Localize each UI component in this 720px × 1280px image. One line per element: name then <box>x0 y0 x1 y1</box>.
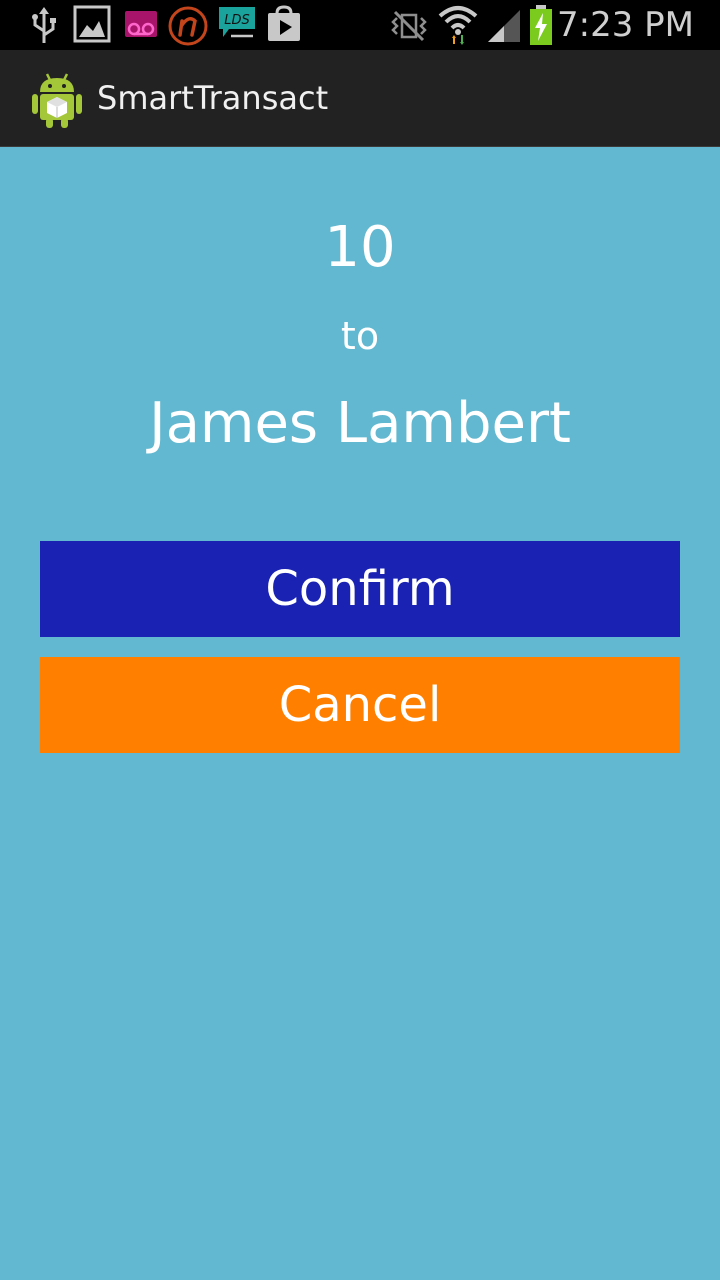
n-app-icon <box>168 6 208 46</box>
cancel-button[interactable]: Cancel <box>40 657 680 753</box>
status-time: 7:23 PM <box>557 5 694 45</box>
lds-chat-icon: LDS <box>219 7 255 38</box>
lds-label: LDS <box>224 13 250 28</box>
usb-icon <box>32 7 56 43</box>
vibrate-off-icon <box>391 10 427 42</box>
confirm-button[interactable]: Confirm <box>40 541 680 637</box>
signal-icon <box>488 10 520 42</box>
action-bar: SmartTransact <box>0 50 720 147</box>
to-label: to <box>340 314 380 358</box>
voicemail-icon <box>125 11 157 37</box>
recipient-name: James Lambert <box>149 391 571 456</box>
transaction-amount: 10 <box>324 215 396 280</box>
android-robot-icon[interactable] <box>30 70 84 128</box>
play-store-icon <box>268 5 300 41</box>
app-title: SmartTransact <box>97 79 329 117</box>
gallery-icon <box>73 5 111 43</box>
wifi-icon <box>438 6 478 45</box>
status-bar: LDS 7:23 PM <box>0 0 720 50</box>
battery-charging-icon <box>530 5 552 45</box>
